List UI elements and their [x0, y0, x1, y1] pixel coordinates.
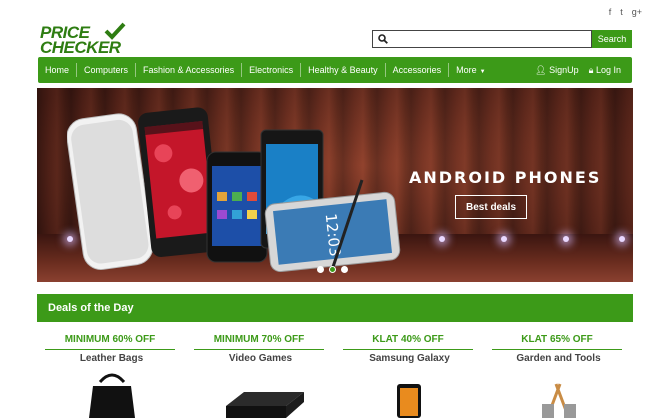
google-plus-icon[interactable]: g+ [632, 7, 642, 17]
nav-item-home[interactable]: Home [38, 63, 78, 77]
deal-offer: MINIMUM 70% OFF [194, 334, 324, 350]
deal-name: Samsung Galaxy [369, 353, 450, 364]
deal-card-video-games[interactable]: MINIMUM 70% OFF Video Games [186, 330, 335, 418]
user-icon: 👤︎ [535, 64, 547, 75]
nav-more-label: More [456, 65, 477, 75]
nav-item-fashion[interactable]: Fashion & Accessories [136, 63, 243, 77]
login-label: Log In [595, 64, 621, 75]
deal-card-samsung-galaxy[interactable]: KLAT 40% OFF Samsung Galaxy [335, 330, 484, 418]
deals-heading: Deals of the Day [37, 294, 633, 322]
nav-item-electronics[interactable]: Electronics [242, 63, 302, 77]
nav-item-computers[interactable]: Computers [77, 63, 137, 77]
deals-list: MINIMUM 60% OFF Leather Bags MINIMUM 70%… [37, 330, 633, 418]
hero-banner[interactable]: 12:03 ANDROID PHONES Best deals [37, 88, 633, 282]
site-logo[interactable]: PRICE CHECKER [40, 22, 126, 57]
deal-card-garden-tools[interactable]: KLAT 65% OFF Garden and Tools [484, 330, 633, 418]
best-deals-button[interactable]: Best deals [455, 195, 527, 219]
social-links: f t g+ [609, 7, 642, 17]
carousel-dot-2[interactable] [329, 266, 336, 273]
deal-name: Video Games [228, 353, 293, 364]
game-console-image [226, 392, 304, 418]
garden-tools-image [542, 383, 576, 418]
deal-card-leather-bags[interactable]: MINIMUM 60% OFF Leather Bags [37, 330, 186, 418]
deal-offer: MINIMUM 60% OFF [45, 334, 175, 350]
checkmark-icon [104, 22, 126, 40]
logo-word-checker: CHECKER [40, 38, 121, 57]
carousel-dots [317, 266, 348, 273]
hero-title: ANDROID PHONES [409, 168, 602, 187]
carousel-dot-3[interactable] [341, 266, 348, 273]
deal-name: Garden and Tools [516, 353, 601, 364]
search-button[interactable]: Search [592, 30, 632, 48]
deal-offer: KLAT 65% OFF [492, 334, 622, 350]
nav-item-accessories[interactable]: Accessories [386, 63, 450, 77]
search-bar: Search [372, 30, 632, 48]
search-field [372, 30, 592, 48]
deal-name: Leather Bags [79, 353, 144, 364]
login-link[interactable]: 🔒︎ Log In [589, 65, 621, 76]
samsung-phone-image [397, 384, 421, 418]
main-nav: Home Computers Fashion & Accessories Ele… [38, 57, 632, 83]
android-phones-image: 12:03 [67, 107, 401, 272]
facebook-icon[interactable]: f [609, 7, 612, 17]
search-icon [378, 34, 388, 44]
leather-bag-image [89, 373, 135, 418]
lock-icon: 🔒︎ [588, 64, 594, 75]
nav-item-more[interactable]: More ▼ [449, 63, 492, 77]
twitter-icon[interactable]: t [620, 7, 623, 17]
deal-offer: KLAT 40% OFF [343, 334, 473, 350]
search-input[interactable] [388, 32, 591, 46]
nav-item-health-beauty[interactable]: Healthy & Beauty [301, 63, 386, 77]
caret-down-icon: ▼ [479, 69, 486, 75]
carousel-dot-1[interactable] [317, 266, 324, 273]
signup-link[interactable]: 👤︎ SignUp [535, 65, 578, 76]
signup-label: SignUp [549, 64, 579, 75]
